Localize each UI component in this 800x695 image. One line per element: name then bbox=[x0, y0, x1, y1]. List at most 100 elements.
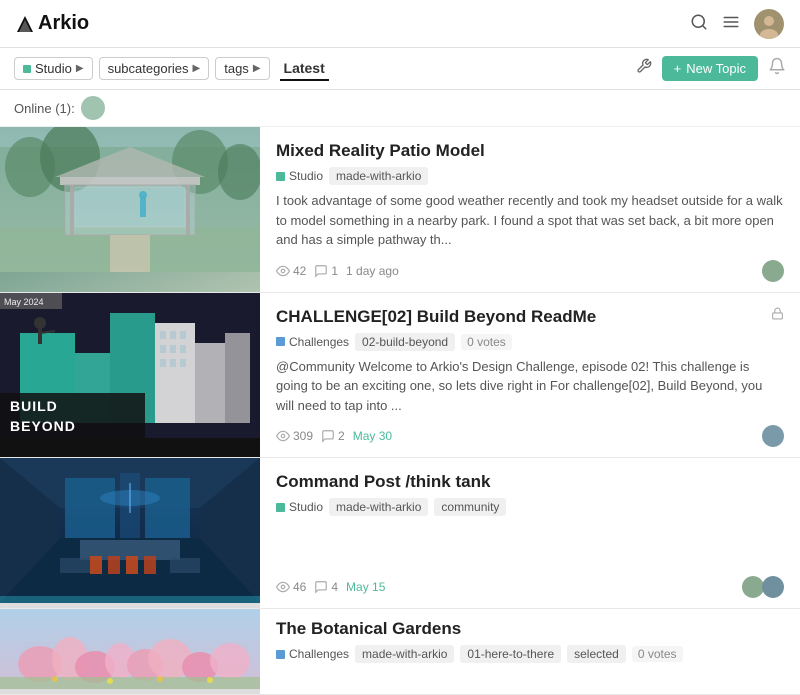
category-label-challenges-2: Challenges bbox=[289, 647, 349, 661]
post-thumbnail-botanical[interactable] bbox=[0, 609, 260, 694]
botanical-thumbnail-svg bbox=[0, 609, 260, 689]
post-content-command: Command Post /think tank Studio made-wit… bbox=[260, 458, 800, 608]
post-meta-left-command: 46 4 May 15 bbox=[276, 580, 732, 594]
replies-icon bbox=[314, 264, 328, 278]
time-build: May 30 bbox=[353, 429, 392, 443]
post-content-build: CHALLENGE[02] Build Beyond ReadMe Challe… bbox=[260, 293, 800, 458]
svg-text:May 2024: May 2024 bbox=[4, 297, 44, 307]
post-title-patio[interactable]: Mixed Reality Patio Model bbox=[276, 141, 784, 161]
post-meta-right-command bbox=[742, 576, 784, 598]
post-meta-right-build bbox=[762, 425, 784, 447]
header-icons bbox=[690, 9, 784, 39]
post-meta-left: 42 1 1 day ago bbox=[276, 264, 752, 278]
post-title-command[interactable]: Command Post /think tank bbox=[276, 472, 784, 492]
post-thumbnail-patio[interactable] bbox=[0, 127, 260, 292]
category-dot-challenges-2 bbox=[276, 650, 285, 659]
post-item: Mixed Reality Patio Model Studio made-wi… bbox=[0, 127, 800, 293]
views-icon-command bbox=[276, 580, 290, 594]
category-tag-challenges-2[interactable]: Challenges bbox=[276, 647, 349, 661]
votes-badge-build: 0 votes bbox=[461, 334, 512, 350]
tag-01-here-to-there[interactable]: 01-here-to-there bbox=[460, 645, 561, 663]
post-title-botanical[interactable]: The Botanical Gardens bbox=[276, 619, 784, 639]
wrench-icon[interactable] bbox=[636, 58, 652, 79]
tags-label: tags bbox=[224, 61, 249, 76]
category-tag-challenges[interactable]: Challenges bbox=[276, 335, 349, 349]
tag-02-build-beyond[interactable]: 02-build-beyond bbox=[355, 333, 455, 351]
online-user-avatar bbox=[81, 96, 105, 120]
svg-text:BUILD: BUILD bbox=[10, 398, 58, 414]
category-label-challenges: Challenges bbox=[289, 335, 349, 349]
subcategories-chevron: ▶ bbox=[193, 63, 201, 74]
command-thumbnail-svg bbox=[0, 458, 260, 603]
post-excerpt-patio: I took advantage of some good weather re… bbox=[276, 191, 784, 250]
menu-icon[interactable] bbox=[722, 13, 740, 34]
patio-thumbnail-svg bbox=[0, 127, 260, 272]
post-meta-left-build: 309 2 May 30 bbox=[276, 429, 752, 443]
subcategories-label: subcategories bbox=[108, 61, 189, 76]
post-author-avatar-build bbox=[762, 425, 784, 447]
category-dot-challenges bbox=[276, 337, 285, 346]
time-patio: 1 day ago bbox=[346, 264, 399, 278]
lock-icon-build bbox=[771, 307, 784, 323]
time-command: May 15 bbox=[346, 580, 385, 594]
studio-filter[interactable]: Studio ▶ bbox=[14, 57, 93, 80]
post-tags-patio: Studio made-with-arkio bbox=[276, 167, 784, 185]
post-content-botanical: The Botanical Gardens Challenges made-wi… bbox=[260, 609, 800, 694]
new-topic-plus: + bbox=[674, 61, 682, 76]
online-text: Online (1): bbox=[14, 101, 75, 116]
new-topic-label: New Topic bbox=[686, 61, 746, 76]
tags-chevron: ▶ bbox=[253, 63, 261, 74]
bell-icon[interactable] bbox=[768, 57, 786, 80]
category-dot-studio-2 bbox=[276, 503, 285, 512]
tag-community[interactable]: community bbox=[434, 498, 506, 516]
replies-count-command: 4 bbox=[314, 580, 338, 594]
replies-count-build: 2 bbox=[321, 429, 345, 443]
category-dot-studio bbox=[276, 172, 285, 181]
category-tag-studio-2[interactable]: Studio bbox=[276, 500, 323, 514]
category-tag-studio[interactable]: Studio bbox=[276, 169, 323, 183]
post-tags-build: Challenges 02-build-beyond 0 votes bbox=[276, 333, 784, 351]
posts-list: Mixed Reality Patio Model Studio made-wi… bbox=[0, 127, 800, 695]
replies-count-patio: 1 bbox=[314, 264, 338, 278]
post-content-patio: Mixed Reality Patio Model Studio made-wi… bbox=[260, 127, 800, 292]
tag-made-with-arkio-3[interactable]: made-with-arkio bbox=[355, 645, 454, 663]
build-thumbnail-svg: BUILD BEYOND May 2024 bbox=[0, 293, 260, 438]
tags-filter[interactable]: tags ▶ bbox=[215, 57, 269, 80]
user-avatar[interactable] bbox=[754, 9, 784, 39]
views-icon bbox=[276, 264, 290, 278]
post-item-command: Command Post /think tank Studio made-wit… bbox=[0, 458, 800, 609]
replies-icon-command bbox=[314, 580, 328, 594]
post-author-avatar-patio bbox=[762, 260, 784, 282]
search-icon[interactable] bbox=[690, 13, 708, 34]
replies-icon-build bbox=[321, 429, 335, 443]
post-thumbnail-command[interactable] bbox=[0, 458, 260, 608]
post-meta-command: 46 4 May 15 bbox=[276, 576, 784, 598]
post-thumbnail-build[interactable]: BUILD BEYOND May 2024 bbox=[0, 293, 260, 458]
tab-latest[interactable]: Latest bbox=[280, 57, 329, 81]
avatar-image bbox=[754, 9, 784, 39]
studio-dot bbox=[23, 65, 31, 73]
logo[interactable]: Arkio bbox=[16, 12, 89, 35]
post-item-botanical: The Botanical Gardens Challenges made-wi… bbox=[0, 609, 800, 695]
post-tags-botanical: Challenges made-with-arkio 01-here-to-th… bbox=[276, 645, 784, 663]
logo-text: Arkio bbox=[38, 12, 89, 35]
category-label-studio: Studio bbox=[289, 169, 323, 183]
post-meta-patio: 42 1 1 day ago bbox=[276, 260, 784, 282]
post-title-build[interactable]: CHALLENGE[02] Build Beyond ReadMe bbox=[276, 307, 596, 327]
views-count-command: 46 bbox=[276, 580, 306, 594]
views-count-patio: 42 bbox=[276, 264, 306, 278]
subcategories-filter[interactable]: subcategories ▶ bbox=[99, 57, 210, 80]
filter-right: + New Topic bbox=[636, 56, 786, 81]
post-item-build: BUILD BEYOND May 2024 CHALLENGE[02] Buil… bbox=[0, 293, 800, 459]
logo-icon bbox=[16, 15, 34, 33]
new-topic-button[interactable]: + New Topic bbox=[662, 56, 758, 81]
category-label-studio-2: Studio bbox=[289, 500, 323, 514]
post-meta-right-patio bbox=[762, 260, 784, 282]
post-meta-build: 309 2 May 30 bbox=[276, 425, 784, 447]
tag-selected[interactable]: selected bbox=[567, 645, 626, 663]
views-count-build: 309 bbox=[276, 429, 313, 443]
post-title-row-build: CHALLENGE[02] Build Beyond ReadMe bbox=[276, 307, 784, 327]
views-icon-build bbox=[276, 429, 290, 443]
tag-made-with-arkio-2[interactable]: made-with-arkio bbox=[329, 498, 428, 516]
tag-made-with-arkio[interactable]: made-with-arkio bbox=[329, 167, 428, 185]
